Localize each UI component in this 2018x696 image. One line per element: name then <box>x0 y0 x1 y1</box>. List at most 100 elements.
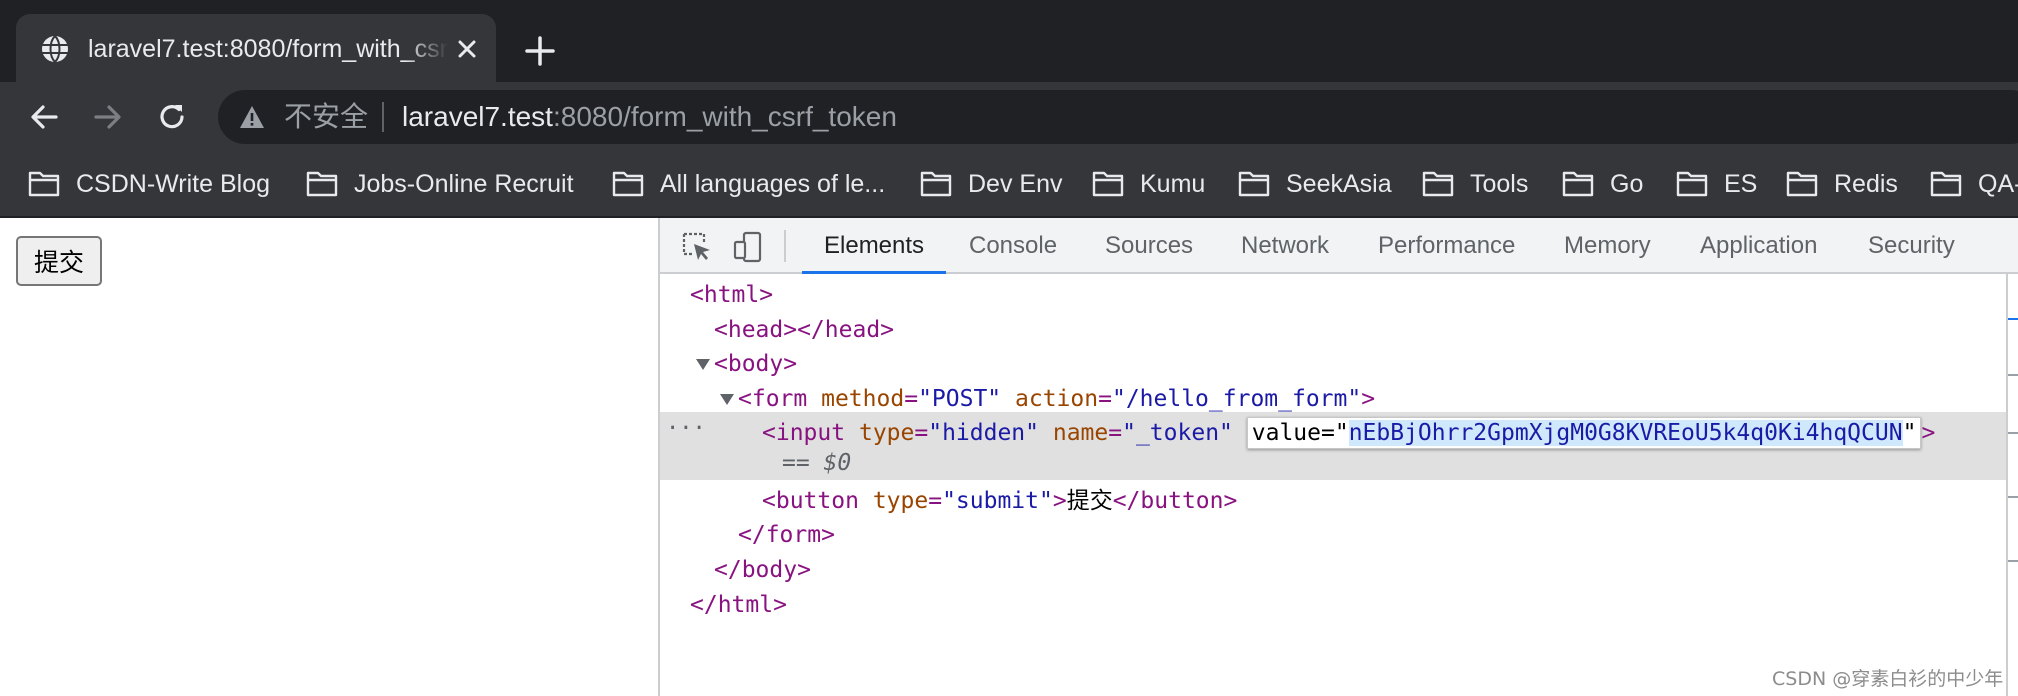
dom-node-marker: == $0 <box>660 446 2006 480</box>
bookmark-label: Dev Env <box>968 170 1063 198</box>
bookmark-label: Tools <box>1470 170 1529 198</box>
head-tag: <head></head> <box>714 317 895 343</box>
tab-memory[interactable]: Memory <box>1564 218 1651 274</box>
forward-arrow-icon[interactable] <box>90 99 126 135</box>
dom-node-form[interactable]: <form method="POST" action="/hello_from_… <box>660 382 2006 416</box>
close-icon[interactable] <box>452 34 482 64</box>
attr-edit-suffix: " <box>1902 420 1917 446</box>
tab-strip: laravel7.test:8080/form_with_csrf_token <box>0 0 2018 82</box>
sidebar-divider <box>2008 374 2018 376</box>
dom-node-html[interactable]: <html> <box>660 278 2006 312</box>
bookmark-label: Kumu <box>1140 170 1206 198</box>
folder-icon <box>1676 171 1708 197</box>
button-close-tag-name: button <box>1140 488 1224 514</box>
attr-name: method <box>821 386 905 412</box>
inspect-element-icon[interactable] <box>680 230 714 264</box>
csrf-token-selection[interactable]: nEbBjOhrr2GpmXjgM0G8KVREoU5k4q0Ki4hqQCUN <box>1348 420 1903 446</box>
folder-icon <box>1238 171 1270 197</box>
tab-console[interactable]: Console <box>969 218 1057 274</box>
bookmark-label: Go <box>1610 170 1644 198</box>
body-close-tag: </body> <box>714 557 811 583</box>
warning-icon[interactable] <box>238 103 266 131</box>
folder-icon <box>612 171 644 197</box>
url-path: :8080/form_with_csrf_token <box>552 101 897 132</box>
bookmark-label: Jobs-Online Recruit <box>354 170 574 198</box>
omnibox-divider <box>382 102 384 132</box>
security-label[interactable]: 不安全 <box>284 99 368 135</box>
tab-title: laravel7.test:8080/form_with_csrf_token <box>88 35 448 63</box>
dom-node-form-close[interactable]: </form> <box>660 518 2006 552</box>
devtools-toolbar: Elements Console Sources Network Perform… <box>660 218 2018 274</box>
bookmark-label: Redis <box>1834 170 1898 198</box>
browser-tab[interactable]: laravel7.test:8080/form_with_csrf_token <box>16 14 496 82</box>
bookmarks-bar: CSDN-Write Blog Jobs-Online Recruit All … <box>0 152 2018 218</box>
folder-icon <box>1562 171 1594 197</box>
tab-performance[interactable]: Performance <box>1378 218 1515 274</box>
toolbar-separator <box>784 230 786 262</box>
submit-button[interactable]: 提交 <box>16 236 102 286</box>
sidebar-tab-indicator <box>2008 318 2018 320</box>
address-bar[interactable]: 不安全 laravel7.test:8080/form_with_csrf_to… <box>218 90 2018 144</box>
attr-value: "hidden" <box>928 420 1039 446</box>
form-tag-name: form <box>751 386 808 412</box>
dom-node-head[interactable]: <head></head> <box>660 313 2006 347</box>
tab-application[interactable]: Application <box>1700 218 1817 274</box>
tab-network[interactable]: Network <box>1241 218 1329 274</box>
bookmark-label: QA- <box>1978 170 2018 198</box>
bookmark-label: SeekAsia <box>1286 170 1392 198</box>
device-toolbar-icon[interactable] <box>732 230 766 264</box>
dom-node-body-close[interactable]: </body> <box>660 553 2006 587</box>
sidebar-divider <box>2008 496 2018 498</box>
attr-value: "POST" <box>918 386 1002 412</box>
html-close-tag: </html> <box>690 592 787 618</box>
attribute-edit-field[interactable]: value="nEbBjOhrr2GpmXjgM0G8KVREoU5k4q0Ki… <box>1246 417 1922 449</box>
attr-value: "submit" <box>942 488 1053 514</box>
tab-elements[interactable]: Elements <box>801 218 947 274</box>
bookmark-label: All languages of le... <box>660 170 886 198</box>
folder-icon <box>1092 171 1124 197</box>
styles-sidebar-edge[interactable] <box>2006 274 2018 696</box>
back-arrow-icon[interactable] <box>26 99 62 135</box>
expand-triangle-icon[interactable] <box>720 394 734 405</box>
button-text-node: 提交 <box>1066 488 1113 514</box>
folder-icon <box>28 171 60 197</box>
sidebar-divider <box>2008 560 2018 562</box>
sidebar-divider <box>2008 432 2018 434</box>
url-host: laravel7.test <box>402 101 553 132</box>
form-close-tag: </form> <box>738 522 835 548</box>
folder-icon <box>1786 171 1818 197</box>
selected-node-marker: == $0 <box>782 450 852 476</box>
dom-node-body[interactable]: <body> <box>660 347 2006 381</box>
url-text[interactable]: laravel7.test:8080/form_with_csrf_token <box>402 99 897 135</box>
dom-node-html-close[interactable]: </html> <box>660 588 2006 622</box>
folder-icon <box>1422 171 1454 197</box>
attr-value: "_token" <box>1122 420 1233 446</box>
input-tag-name: input <box>775 420 846 446</box>
dom-tree: ··· <html> <head></head> <body> <form me… <box>660 274 2006 696</box>
reload-icon[interactable] <box>154 99 190 135</box>
dom-node-button[interactable]: <button type="submit">提交</button> <box>660 484 2006 518</box>
attr-name: type <box>872 488 929 514</box>
bookmark-label: ES <box>1724 170 1758 198</box>
watermark: CSDN @穿素白衫的中少年 <box>1772 668 2004 690</box>
devtools-panel: Elements Console Sources Network Perform… <box>658 218 2018 696</box>
attr-value: "/hello_from_form" <box>1111 386 1362 412</box>
attr-name: name <box>1052 420 1109 446</box>
tab-security[interactable]: Security <box>1868 218 1955 274</box>
attr-name: type <box>858 420 915 446</box>
body-open-tag: <body> <box>714 351 798 377</box>
page-viewport: 提交 <box>0 218 658 696</box>
globe-icon <box>42 35 68 63</box>
browser-toolbar: 不安全 laravel7.test:8080/form_with_csrf_to… <box>0 82 2018 152</box>
expand-triangle-icon[interactable] <box>696 359 710 370</box>
attr-name: action <box>1015 386 1099 412</box>
attr-edit-prefix: value=" <box>1251 420 1349 446</box>
folder-icon <box>306 171 338 197</box>
dom-node-input[interactable]: <input type="hidden" name="_token" value… <box>660 416 2006 450</box>
html-open-tag: <html> <box>690 282 774 308</box>
tab-sources[interactable]: Sources <box>1105 218 1193 274</box>
new-tab-plus-icon[interactable] <box>522 33 558 69</box>
folder-icon <box>1930 171 1962 197</box>
bookmark-label: CSDN-Write Blog <box>76 170 271 198</box>
folder-icon <box>920 171 952 197</box>
